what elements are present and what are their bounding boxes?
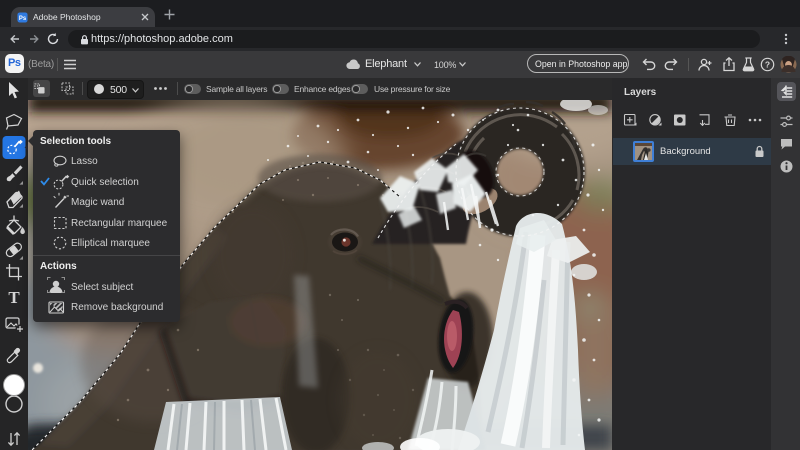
svg-text:?: ? [765, 60, 770, 70]
svg-text:T: T [8, 288, 20, 307]
svg-text:Ps: Ps [19, 15, 27, 21]
